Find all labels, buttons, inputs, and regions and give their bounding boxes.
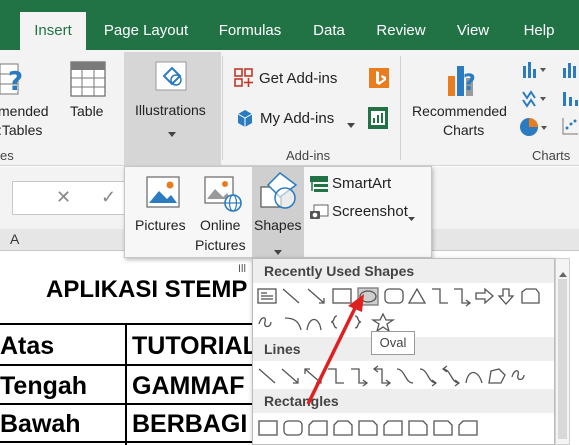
ribbon-tab-bar: Insert Page Layout Formulas Data Review … — [0, 0, 579, 52]
sheet-title: APLIKASI STEMP — [46, 276, 248, 303]
get-addins-icon — [234, 68, 254, 88]
svg-text:?: ? — [463, 71, 476, 96]
smartart-button[interactable]: SmartArt — [332, 175, 391, 192]
recommended-pivottables-label-1: mended — [0, 103, 49, 119]
illustrations-dropdown: Pictures Online Pictures Shapes SmartArt… — [124, 166, 432, 275]
cancel-icon[interactable]: ✕ — [56, 187, 71, 208]
smartart-icon — [309, 175, 329, 193]
online-pictures-label-1[interactable]: Online — [200, 217, 240, 233]
illustrations-group-title: Ill — [238, 263, 246, 275]
tab-insert[interactable]: Insert — [20, 12, 86, 52]
illustrations-label: Illustrations — [135, 102, 206, 118]
scroll-thumb[interactable] — [558, 279, 567, 439]
group-divider — [222, 56, 223, 160]
grid-line — [125, 323, 127, 445]
column-chart-icon[interactable] — [522, 60, 548, 80]
online-pictures-icon[interactable] — [203, 173, 243, 213]
annotation-arrow-icon — [300, 292, 370, 412]
group-divider — [400, 56, 401, 160]
table-button-label[interactable]: Table — [70, 103, 103, 119]
chevron-down-icon[interactable] — [408, 209, 415, 221]
cell-b-row3[interactable]: BERBAGI T — [132, 410, 270, 439]
rectangles-heading: Rectangles — [253, 389, 554, 413]
tab-help[interactable]: Help — [515, 12, 563, 50]
grid-line — [0, 323, 260, 325]
oval-tooltip: Oval — [371, 331, 415, 355]
ribbon: ? mended :Tables Table es Illustrations … — [0, 50, 579, 166]
table-icon[interactable] — [70, 60, 106, 98]
tab-data[interactable]: Data — [305, 12, 353, 50]
bing-maps-icon[interactable] — [369, 68, 389, 88]
online-pictures-label-2[interactable]: Pictures — [195, 237, 246, 253]
get-addins-button[interactable]: Get Add-ins — [259, 70, 337, 87]
shapes-icon — [258, 171, 298, 211]
addins-group-title: Add-ins — [286, 148, 331, 163]
pictures-label[interactable]: Pictures — [135, 217, 186, 233]
gallery-scrollbar[interactable] — [555, 258, 570, 445]
chevron-down-icon — [168, 125, 176, 137]
scatter-chart-icon[interactable] — [561, 116, 579, 136]
shapes-button[interactable]: Shapes — [252, 167, 304, 257]
pie-chart-icon[interactable] — [519, 116, 549, 138]
recommended-charts-label-2: Charts — [443, 122, 485, 138]
bar-chart-icon[interactable] — [561, 60, 579, 80]
enter-icon[interactable]: ✓ — [101, 187, 116, 208]
illustrations-icon — [152, 58, 192, 94]
my-addins-icon — [235, 108, 255, 128]
recommended-pivottables-label-2: :Tables — [0, 122, 43, 138]
grid-line — [0, 403, 260, 405]
cell-a-row2[interactable]: Tengah — [0, 372, 87, 401]
column-header-a[interactable]: A — [10, 231, 19, 247]
cell-b-row1[interactable]: TUTORIAL — [132, 332, 258, 361]
grid-line — [0, 364, 260, 366]
recommended-charts-icon[interactable]: ? — [446, 58, 482, 100]
cell-a-row1[interactable]: Atas — [0, 332, 54, 361]
pictures-icon[interactable] — [143, 173, 183, 213]
tab-page-layout[interactable]: Page Layout — [96, 12, 196, 50]
hierarchy-chart-icon[interactable] — [522, 88, 548, 108]
grid-line — [0, 441, 260, 443]
rectangles-row — [255, 415, 551, 441]
recently-used-shapes-heading: Recently Used Shapes — [253, 259, 554, 283]
recommended-pivottables-icon[interactable]: ? — [0, 60, 28, 100]
shapes-label: Shapes — [254, 217, 302, 233]
people-graph-icon[interactable] — [368, 107, 388, 129]
chevron-down-icon[interactable] — [347, 116, 355, 128]
cell-b-row2[interactable]: GAMMAF — [132, 372, 244, 401]
charts-group-title: Charts — [532, 148, 571, 163]
recommended-charts-label-1: Recommended — [412, 103, 507, 119]
scroll-up-icon[interactable] — [559, 265, 567, 277]
svg-text:?: ? — [8, 67, 23, 97]
chevron-down-icon — [274, 243, 282, 255]
tables-group-title: es — [0, 148, 14, 163]
screenshot-button[interactable]: Screenshot — [332, 203, 408, 220]
stat-chart-icon[interactable] — [561, 88, 579, 108]
screenshot-icon — [309, 203, 329, 221]
tab-formulas[interactable]: Formulas — [210, 12, 290, 50]
tab-view[interactable]: View — [450, 12, 496, 50]
tab-review[interactable]: Review — [370, 12, 432, 50]
cell-a-row3[interactable]: Bawah — [0, 410, 81, 439]
my-addins-button[interactable]: My Add-ins — [260, 110, 334, 127]
illustrations-button[interactable]: Illustrations — [124, 52, 221, 166]
